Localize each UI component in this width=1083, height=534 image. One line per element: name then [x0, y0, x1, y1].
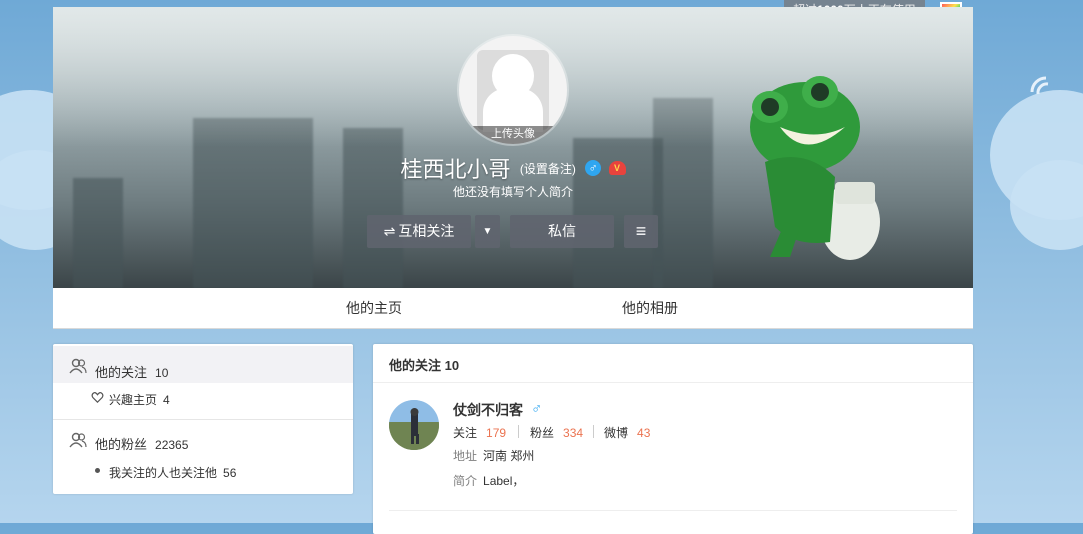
mutual-count: 56 — [223, 466, 237, 480]
interest-label-wrap: 兴趣主页 4 — [109, 391, 170, 408]
people-icon — [69, 358, 87, 374]
chevron-down-icon: ▼ — [482, 226, 493, 237]
following-count: 10 — [155, 366, 169, 380]
relations-sidebar: 他的关注 10 兴趣主页 4 他的粉丝 22365 我关注的人也关注他 56 — [53, 344, 353, 494]
intro-label: 简介 — [453, 474, 478, 488]
user-fans-stat[interactable]: 粉丝 334 — [530, 424, 583, 441]
profile-bio: 他还没有填写个人简介 — [452, 185, 573, 199]
male-gender-icon: ♂ — [531, 400, 543, 417]
tab-album[interactable]: 他的相册 — [622, 288, 678, 328]
set-remark-link[interactable]: (设置备注) — [520, 162, 576, 176]
address-label: 地址 — [453, 449, 478, 463]
mutual-label: 我关注的人也关注他 — [109, 466, 218, 480]
user-intro: 简介 Label， — [453, 472, 524, 489]
interest-label: 兴趣主页 — [109, 393, 158, 407]
profile-tabs: 他的主页 他的相册 — [53, 288, 973, 329]
panel-title: 他的关注 10 — [389, 358, 460, 373]
fans-label-wrap: 他的粉丝 22365 — [95, 434, 188, 453]
user-address: 地址 河南 郑州 — [453, 447, 534, 464]
intro-value: Label， — [483, 474, 525, 488]
sidebar-item-mutual[interactable]: 我关注的人也关注他 56 — [53, 458, 353, 486]
profile-username: 桂西北小哥 — [400, 157, 511, 182]
profile-name-line: 桂西北小哥 (设置备注) ♂ V — [53, 152, 973, 184]
profile-avatar[interactable]: 上传头像 — [459, 36, 567, 144]
sidebar-divider — [53, 419, 353, 420]
interest-count: 4 — [163, 393, 170, 407]
male-gender-icon: ♂ — [585, 160, 602, 176]
more-menu-button[interactable]: ≡ — [624, 215, 658, 248]
follow-stat-count: 179 — [486, 426, 507, 440]
signal-icon — [1030, 76, 1049, 95]
profile-banner: 上传头像 桂西北小哥 (设置备注) ♂ V 他还没有填写个人简介 ⇌ 互相关注 ▼… — [53, 7, 973, 288]
upload-avatar-button[interactable]: 上传头像 — [459, 126, 567, 144]
follow-stat-label: 关注 — [453, 426, 478, 440]
people-icon — [69, 432, 87, 448]
user-avatar[interactable] — [389, 400, 439, 450]
following-label: 他的关注 — [95, 365, 148, 380]
sidebar-item-following[interactable]: 他的关注 10 — [53, 346, 353, 383]
weibo-stat-count: 43 — [637, 426, 651, 440]
heart-icon — [91, 392, 104, 403]
swap-arrows-icon: ⇌ — [383, 223, 396, 239]
tab-home[interactable]: 他的主页 — [346, 288, 402, 328]
following-label-wrap: 他的关注 10 — [95, 362, 168, 381]
private-message-button[interactable]: 私信 — [510, 215, 614, 248]
stat-divider — [593, 425, 594, 438]
bullet-icon — [95, 468, 100, 473]
vip-badge-icon[interactable]: V — [608, 161, 626, 175]
user-name-link[interactable]: 仗剑不归客 — [453, 400, 523, 420]
mutual-label-wrap: 我关注的人也关注他 56 — [109, 464, 236, 481]
fans-stat-label: 粉丝 — [530, 426, 555, 440]
user-follow-stat[interactable]: 关注 179 — [453, 424, 506, 441]
weibo-stat-label: 微博 — [604, 426, 629, 440]
mutual-follow-button[interactable]: ⇌ 互相关注 — [367, 215, 471, 248]
user-weibo-stat[interactable]: 微博 43 — [604, 424, 650, 441]
stat-divider — [518, 425, 519, 438]
panel-header: 他的关注 10 — [373, 344, 973, 383]
hamburger-menu-icon: ≡ — [635, 221, 647, 241]
list-item-divider — [389, 510, 957, 511]
follow-dropdown-button[interactable]: ▼ — [475, 215, 500, 248]
following-list-panel: 他的关注 10 仗剑不归客 ♂ 关注 179 粉丝 334 微博 43 地址 河南 郑州… — [373, 344, 973, 534]
sidebar-item-fans[interactable]: 他的粉丝 22365 — [53, 424, 353, 454]
mutual-follow-label: 互相关注 — [398, 223, 455, 239]
fans-label: 他的粉丝 — [95, 437, 148, 452]
user-photo — [389, 400, 439, 450]
address-value: 河南 郑州 — [483, 449, 535, 463]
sidebar-item-interest[interactable]: 兴趣主页 4 — [53, 384, 353, 414]
fans-count: 22365 — [155, 438, 189, 452]
fans-stat-count: 334 — [563, 426, 584, 440]
